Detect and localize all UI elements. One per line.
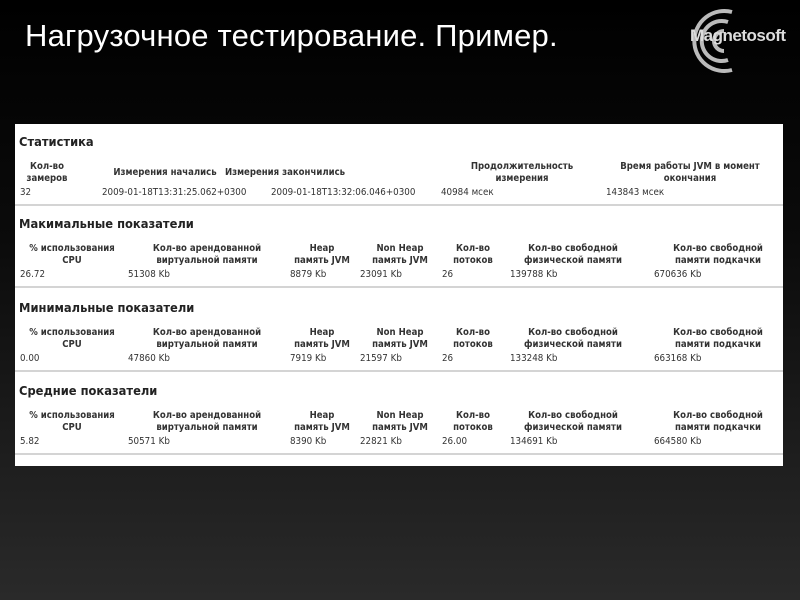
metric-cell: 26 xyxy=(442,269,454,280)
section-heading: Макимальные показатели xyxy=(19,216,194,231)
metric-cell: 139788 Kb xyxy=(510,269,558,280)
metric-cell: 0.00 xyxy=(20,353,40,364)
metric-cell: 26 xyxy=(442,353,454,364)
section-divider xyxy=(15,204,783,206)
section-heading: Минимальные показатели xyxy=(19,300,195,315)
metric-cell: 26.72 xyxy=(20,269,46,280)
metric-column-header: Кол-во свободной памяти подкачки xyxy=(673,410,763,433)
section-heading: Статистика xyxy=(19,134,94,149)
stats-cell: 2009-01-18T13:31:25.062+0300 xyxy=(102,187,247,198)
stats-cell: 143843 мсек xyxy=(606,187,665,198)
metric-cell: 134691 Kb xyxy=(510,436,558,447)
metric-cell: 21597 Kb xyxy=(360,353,402,364)
metric-column-header: % использования CPU xyxy=(29,327,115,350)
metric-cell: 8390 Kb xyxy=(290,436,327,447)
stats-cell: 2009-01-18T13:32:06.046+0300 xyxy=(271,187,416,198)
slide-title: Нагрузочное тестирование. Пример. xyxy=(25,18,558,53)
metric-cell: 663168 Kb xyxy=(654,353,702,364)
metric-cell: 664580 Kb xyxy=(654,436,702,447)
metric-column-header: Кол-во свободной памяти подкачки xyxy=(673,243,763,266)
metric-cell: 47860 Kb xyxy=(128,353,170,364)
metric-cell: 670636 Kb xyxy=(654,269,702,280)
metric-cell: 22821 Kb xyxy=(360,436,402,447)
metric-cell: 51308 Kb xyxy=(128,269,170,280)
metric-column-header: Кол-во свободной физической памяти xyxy=(524,327,622,350)
metric-column-header: % использования CPU xyxy=(29,410,115,433)
metric-cell: 26.00 xyxy=(442,436,468,447)
metric-column-header: Кол-во свободной физической памяти xyxy=(524,410,622,433)
metric-column-header: % использования CPU xyxy=(29,243,115,266)
metric-cell: 50571 Kb xyxy=(128,436,170,447)
stats-column-header: Продолжительность измерения xyxy=(470,161,574,184)
stats-cell: 32 xyxy=(20,187,32,198)
section-divider xyxy=(15,286,783,288)
metric-cell: 8879 Kb xyxy=(290,269,327,280)
section-divider xyxy=(15,453,783,455)
magnetosoft-logo: Magnetosoft xyxy=(672,4,800,76)
metric-cell: 5.82 xyxy=(20,436,40,447)
metric-column-header: Кол-во свободной физической памяти xyxy=(524,243,622,266)
logo-text: Magnetosoft xyxy=(690,26,786,45)
metric-cell: 133248 Kb xyxy=(510,353,558,364)
stats-column-header: Время работы JVM в момент окончания xyxy=(620,161,760,184)
section-divider xyxy=(15,370,783,372)
metric-cell: 23091 Kb xyxy=(360,269,402,280)
metric-column-header: Кол-во свободной памяти подкачки xyxy=(673,327,763,350)
stats-cell: 40984 мсек xyxy=(441,187,494,198)
stats-column-header: Измерения закончились xyxy=(224,167,346,178)
report-panel: Статистика Кол-во замеров Измерения начали… xyxy=(15,124,783,466)
section-heading: Средние показатели xyxy=(19,383,158,398)
metric-cell: 7919 Kb xyxy=(290,353,327,364)
